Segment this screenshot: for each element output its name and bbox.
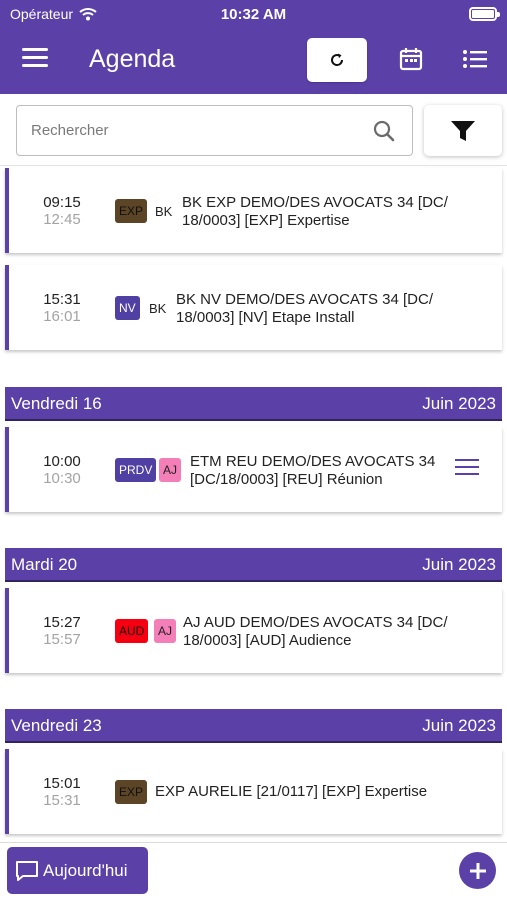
day-header: Mardi 20 Juin 2023 bbox=[5, 548, 502, 582]
event-start-time: 15:01 bbox=[43, 775, 81, 792]
event-owner: BK bbox=[155, 204, 173, 219]
event-start-time: 15:31 bbox=[43, 291, 81, 308]
notes-icon[interactable] bbox=[455, 459, 479, 477]
filter-button[interactable] bbox=[424, 105, 502, 156]
day-header: Vendredi 16 Juin 2023 bbox=[5, 387, 502, 421]
event-type-badge: EXP bbox=[115, 199, 148, 223]
event-description-line: 18/0003] [EXP] Expertise bbox=[182, 212, 350, 229]
event-description-line: 18/0003] [AUD] Audience bbox=[183, 632, 352, 649]
event-end-time: 15:57 bbox=[43, 631, 81, 648]
event-type-badge: AUD bbox=[115, 619, 149, 643]
event-type-badge: NV bbox=[115, 296, 140, 320]
today-button-label: Aujourd'hui bbox=[43, 861, 128, 880]
event-description-line: ETM REU DEMO/DES AVOCATS 34 bbox=[190, 453, 436, 470]
event-assignee-badge: AJ bbox=[154, 619, 177, 643]
event-start-time: 09:15 bbox=[43, 194, 81, 211]
event-description-line: [DC/18/0003] [REU] Réunion bbox=[190, 471, 383, 488]
battery-icon bbox=[469, 7, 500, 21]
menu-icon[interactable] bbox=[22, 48, 48, 70]
event-card[interactable]: 10:00 10:30 PRDV AJ ETM REU DEMO/DES AVO… bbox=[5, 427, 502, 512]
event-end-time: 16:01 bbox=[43, 308, 81, 325]
month-label: Juin 2023 bbox=[422, 555, 496, 574]
list-view-icon[interactable] bbox=[462, 48, 488, 70]
event-card[interactable]: 09:15 12:45 EXP BK BK EXP DEMO/DES AVOCA… bbox=[5, 168, 502, 253]
event-description: AJ AUD DEMO/DES AVOCATS 34 [DC/ 18/0003]… bbox=[183, 614, 448, 650]
status-time: 10:32 AM bbox=[220, 6, 287, 23]
bottom-divider bbox=[0, 842, 507, 843]
divider bbox=[0, 165, 507, 166]
filter-icon bbox=[451, 120, 475, 141]
event-type-badge: EXP bbox=[115, 780, 148, 804]
event-description-line: EXP AURELIE [21/0117] [EXP] Expertise bbox=[155, 783, 428, 800]
refresh-button[interactable] bbox=[307, 38, 367, 82]
day-label: Vendredi 16 bbox=[11, 394, 102, 413]
event-card[interactable]: 15:01 15:31 EXP EXP AURELIE [21/0117] [E… bbox=[5, 749, 502, 834]
page-title: Agenda bbox=[89, 45, 176, 73]
day-header: Vendredi 23 Juin 2023 bbox=[5, 709, 502, 743]
day-label: Mardi 20 bbox=[11, 555, 78, 574]
event-description-line: BK EXP DEMO/DES AVOCATS 34 [DC/ bbox=[182, 194, 448, 211]
event-type-badge: PRDV bbox=[115, 458, 157, 482]
month-label: Juin 2023 bbox=[422, 394, 496, 413]
event-start-time: 15:27 bbox=[43, 614, 81, 631]
search-input[interactable] bbox=[17, 106, 357, 155]
calendar-icon[interactable] bbox=[398, 46, 424, 72]
event-description: BK NV DEMO/DES AVOCATS 34 [DC/ 18/0003] … bbox=[176, 291, 433, 327]
event-description: BK EXP DEMO/DES AVOCATS 34 [DC/ 18/0003]… bbox=[182, 194, 448, 230]
day-label: Vendredi 23 bbox=[11, 716, 102, 735]
chat-bubble-icon bbox=[16, 861, 38, 881]
event-description-line: AJ AUD DEMO/DES AVOCATS 34 [DC/ bbox=[183, 614, 448, 631]
event-card[interactable]: 15:27 15:57 AUD AJ AJ AUD DEMO/DES AVOCA… bbox=[5, 588, 502, 673]
event-start-time: 10:00 bbox=[43, 453, 81, 470]
event-description: ETM REU DEMO/DES AVOCATS 34 [DC/18/0003]… bbox=[190, 453, 435, 489]
event-end-time: 12:45 bbox=[43, 211, 81, 228]
search-box bbox=[16, 105, 413, 156]
app-header: Opérateur 10:32 AM Agenda bbox=[0, 0, 507, 94]
event-description: EXP AURELIE [21/0117] [EXP] Expertise bbox=[155, 783, 427, 801]
event-card[interactable]: 15:31 16:01 NV BK BK NV DEMO/DES AVOCATS… bbox=[5, 265, 502, 350]
event-assignee-badge: AJ bbox=[159, 458, 182, 482]
event-end-time: 15:31 bbox=[43, 792, 81, 809]
event-owner: BK bbox=[149, 301, 167, 316]
app-bar: Agenda bbox=[0, 36, 507, 86]
refresh-icon bbox=[331, 53, 344, 66]
status-bar: Opérateur 10:32 AM bbox=[0, 0, 507, 30]
plus-icon bbox=[469, 862, 486, 879]
event-description-line: BK NV DEMO/DES AVOCATS 34 [DC/ bbox=[176, 291, 434, 308]
event-description-line: 18/0003] [NV] Etape Install bbox=[176, 309, 355, 326]
month-label: Juin 2023 bbox=[422, 716, 496, 735]
add-event-button[interactable] bbox=[459, 852, 496, 889]
today-button[interactable]: Aujourd'hui bbox=[7, 847, 148, 894]
search-icon[interactable] bbox=[372, 119, 396, 143]
event-end-time: 10:30 bbox=[43, 470, 81, 487]
